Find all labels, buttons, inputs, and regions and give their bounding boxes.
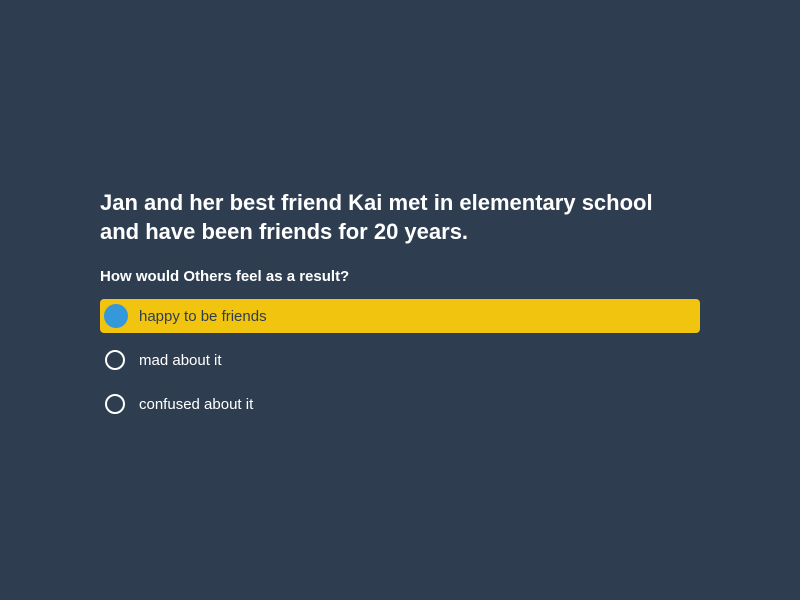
answer-option-label: happy to be friends	[139, 307, 267, 325]
answer-option-label: mad about it	[139, 351, 222, 369]
radio-unselected-icon[interactable]	[105, 350, 125, 370]
answer-option-label: confused about it	[139, 395, 254, 413]
radio-selected-icon[interactable]	[104, 304, 128, 328]
answer-option-happy-to-be-friends[interactable]: happy to be friends	[100, 299, 700, 333]
question-prompt: How would Others feel as a result?	[100, 268, 350, 285]
quiz-card: Jan and her best friend Kai met in eleme…	[100, 188, 700, 431]
answer-options: happy to be friends mad about it confuse…	[100, 299, 700, 421]
question-title: Jan and her best friend Kai met in eleme…	[100, 190, 653, 244]
answer-option-mad-about-it[interactable]: mad about it	[100, 343, 700, 377]
radio-unselected-icon[interactable]	[105, 394, 125, 414]
answer-option-confused-about-it[interactable]: confused about it	[100, 387, 700, 421]
